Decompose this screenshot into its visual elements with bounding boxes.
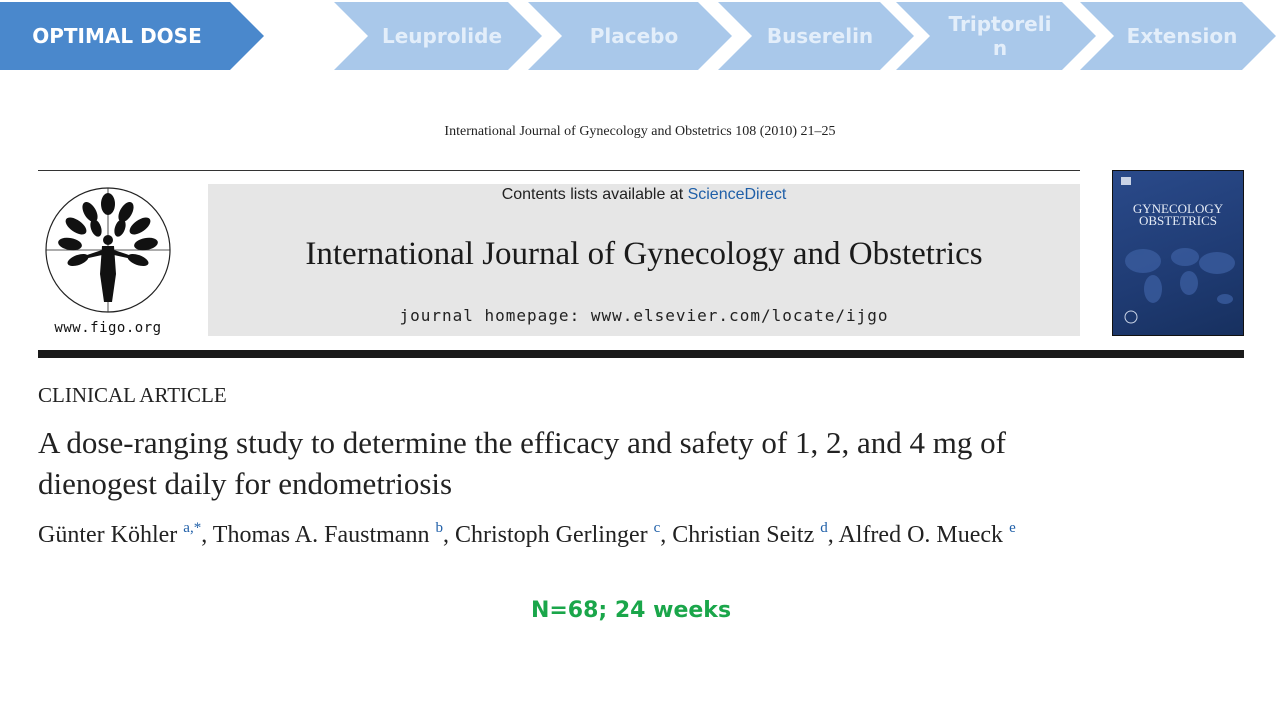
author-affiliation-link[interactable]: a,* <box>183 520 201 536</box>
step-leuprolide[interactable]: Leuprolide <box>334 2 542 70</box>
step-label: Placebo <box>589 24 679 48</box>
author-separator: , <box>827 522 839 548</box>
world-map-icon <box>1121 177 1235 324</box>
author-separator: , <box>442 522 455 548</box>
journal-cover: GYNECOLOGY OBSTETRICS <box>1112 170 1244 336</box>
author-affiliation-link[interactable]: e <box>1009 520 1016 536</box>
author-name: Christian Seitz <box>672 522 821 548</box>
figo-tree-logo-icon <box>45 187 171 313</box>
article-title: A dose-ranging study to determine the ef… <box>38 422 1238 504</box>
author-name: Alfred O. Mueck <box>838 522 1010 548</box>
header-divider <box>38 170 1080 171</box>
step-optimal-dose[interactable]: OPTIMAL DOSE <box>0 2 264 70</box>
sciencedirect-link[interactable]: ScienceDirect <box>688 186 787 203</box>
article-title-line: A dose-ranging study to determine the ef… <box>38 425 1006 460</box>
step-placebo[interactable]: Placebo <box>528 2 732 70</box>
journal-reference: International Journal of Gynecology and … <box>444 124 836 139</box>
article-title-line: dienogest daily for endometriosis <box>38 466 453 501</box>
step-label: Buserelin <box>766 24 874 48</box>
process-chevron-bar: OPTIMAL DOSE Leuprolide Placebo Busereli… <box>0 0 1280 72</box>
contents-prefix: Contents lists available at <box>501 186 688 203</box>
step-buserelin[interactable]: Buserelin <box>718 2 914 70</box>
author-affiliation-link[interactable]: d <box>820 520 828 536</box>
figo-url: www.figo.org <box>54 320 162 336</box>
journal-masthead: Contents lists available at ScienceDirec… <box>208 184 1080 336</box>
step-triptorelin[interactable]: Triptoreli n <box>896 2 1096 70</box>
author-name: Günter Köhler <box>38 522 184 548</box>
author-separator: , <box>201 522 213 548</box>
author-affiliation-link[interactable]: b <box>435 520 443 536</box>
masthead-divider <box>38 350 1244 358</box>
step-label: Triptoreli n <box>948 12 1052 60</box>
author-list: Günter Köhler a,*, Thomas A. Faustmann b… <box>38 520 1258 549</box>
step-label: OPTIMAL DOSE <box>32 24 202 48</box>
contents-line: Contents lists available at ScienceDirec… <box>208 186 1080 204</box>
author-name: Thomas A. Faustmann <box>212 522 436 548</box>
journal-homepage: journal homepage: www.elsevier.com/locat… <box>399 306 889 325</box>
author-name: Christoph Gerlinger <box>454 522 654 548</box>
step-label: Extension <box>1126 24 1238 48</box>
section-label: CLINICAL ARTICLE <box>38 383 227 407</box>
cover-title: GYNECOLOGY OBSTETRICS <box>1132 201 1224 228</box>
journal-title: International Journal of Gynecology and … <box>305 236 983 272</box>
step-label: Leuprolide <box>381 24 503 48</box>
author-separator: , <box>660 522 673 548</box>
step-extension[interactable]: Extension <box>1080 2 1276 70</box>
study-size-note: N=68; 24 weeks <box>530 598 732 623</box>
